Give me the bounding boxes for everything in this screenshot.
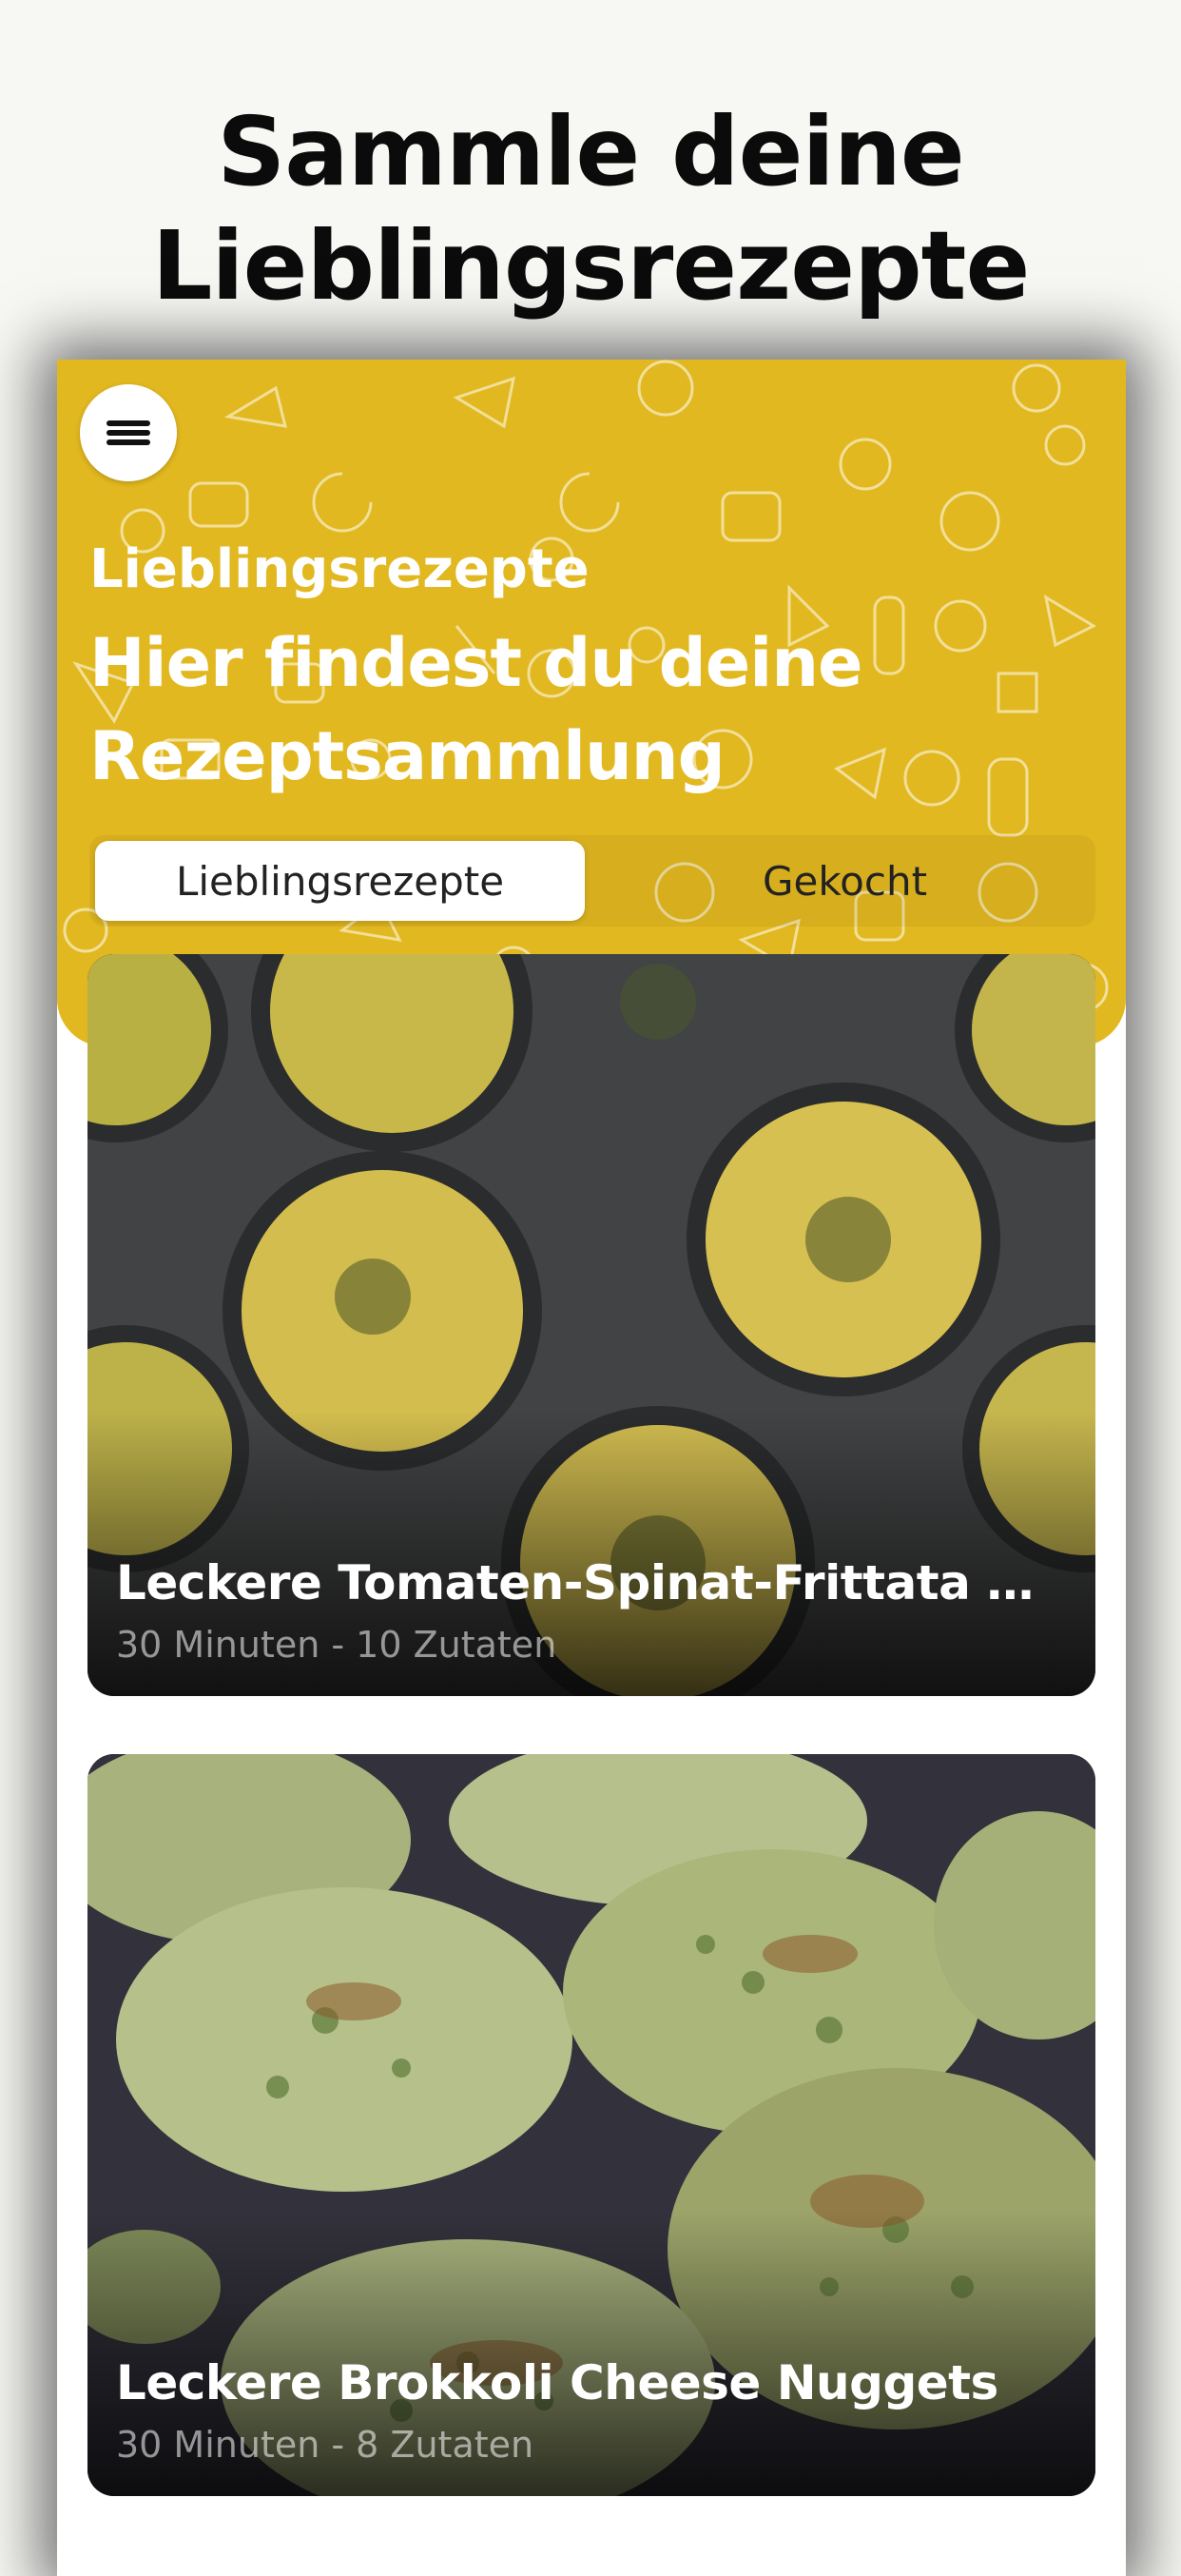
- promo-title: Sammle deine Lieblingsrezepte: [0, 95, 1181, 323]
- recipe-card[interactable]: Leckere Tomaten-Spinat-Frittata mit... 3…: [87, 954, 1095, 1696]
- header-heading: Hier findest du deine Rezeptsammlung: [89, 616, 1097, 803]
- promo-title-line1: Sammle deine: [217, 96, 965, 207]
- phone-screen: Lieblingsrezepte Hier findest du deine R…: [57, 360, 1126, 2576]
- hamburger-menu-icon: [80, 384, 177, 481]
- recipe-title: Leckere Tomaten-Spinat-Frittata mit...: [116, 1555, 1067, 1610]
- tab-lieblingsrezepte[interactable]: Lieblingsrezepte: [95, 841, 585, 921]
- header-heading-line2: Rezeptsammlung: [89, 717, 726, 795]
- menu-button[interactable]: [80, 384, 177, 481]
- header-heading-line1: Hier findest du deine: [89, 624, 863, 702]
- segmented-control: Lieblingsrezepte Gekocht: [89, 835, 1095, 927]
- recipe-meta: 30 Minuten - 10 Zutaten: [116, 1624, 557, 1666]
- tab-gekocht[interactable]: Gekocht: [600, 841, 1090, 921]
- recipe-card[interactable]: Leckere Brokkoli Cheese Nuggets 30 Minut…: [87, 1754, 1095, 2496]
- header-banner: Lieblingsrezepte Hier findest du deine R…: [57, 360, 1126, 1046]
- recipe-title: Leckere Brokkoli Cheese Nuggets: [116, 2355, 998, 2410]
- header-subtitle: Lieblingsrezepte: [89, 538, 590, 600]
- promo-title-line2: Lieblingsrezepte: [151, 210, 1031, 322]
- recipe-meta: 30 Minuten - 8 Zutaten: [116, 2424, 534, 2466]
